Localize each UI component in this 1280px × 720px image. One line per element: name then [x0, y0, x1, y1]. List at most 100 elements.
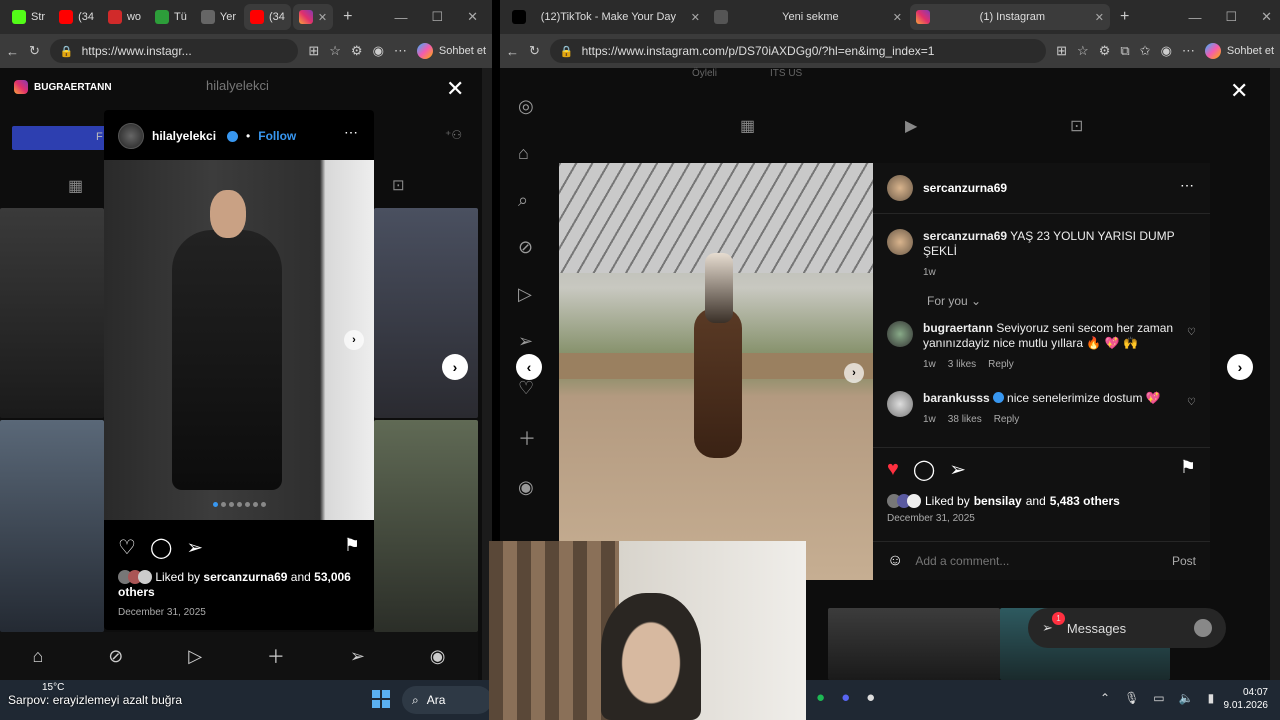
close-tab-icon[interactable]: ✕	[318, 11, 327, 24]
maximize-icon[interactable]: ☐	[1225, 9, 1237, 25]
bg-follow-button[interactable]: F	[12, 126, 106, 150]
save-icon[interactable]: ⚑	[344, 535, 360, 556]
reply-button[interactable]: Reply	[988, 357, 1014, 372]
close-modal-icon[interactable]: ✕	[446, 76, 464, 102]
new-tab-icon[interactable]: +	[1120, 8, 1129, 26]
home-icon[interactable]: ⌂	[32, 646, 43, 667]
collections-icon[interactable]: ⧉	[1120, 43, 1129, 59]
caption-username[interactable]: sercanzurna69	[923, 229, 1007, 243]
browser-tab[interactable]: Yer	[195, 4, 242, 30]
minimize-icon[interactable]: —	[394, 10, 407, 25]
share-icon[interactable]: ➢	[949, 457, 966, 482]
refresh-icon[interactable]: ↻	[529, 43, 540, 59]
browser-tab[interactable]: Yeni sekme ✕	[708, 4, 908, 30]
browser-tab[interactable]: wo	[102, 4, 147, 30]
minimize-icon[interactable]: —	[1188, 10, 1201, 25]
close-tab-icon[interactable]: ✕	[1095, 11, 1104, 24]
network-icon[interactable]: ▭	[1153, 691, 1164, 705]
browser-tab[interactable]: ✕	[292, 4, 334, 30]
create-icon[interactable]: ＋	[518, 425, 536, 451]
start-button[interactable]	[372, 690, 390, 708]
volume-icon[interactable]: 🔈	[1179, 691, 1194, 705]
for-you-dropdown[interactable]: For you ⌄	[927, 294, 981, 308]
share-icon[interactable]: ➢	[186, 535, 203, 560]
favorite-icon[interactable]: ☆	[1077, 43, 1089, 59]
reels-icon[interactable]: ▷	[518, 284, 536, 305]
more-icon[interactable]: ⋯	[394, 43, 407, 59]
close-tab-icon[interactable]: ✕	[691, 11, 700, 24]
close-tab-icon[interactable]: ✕	[893, 11, 902, 24]
comment-username[interactable]: barankusss	[923, 391, 990, 405]
extensions-icon[interactable]: ⚙	[351, 43, 363, 59]
browser-tab[interactable]: (34	[243, 4, 291, 30]
image-next-button[interactable]: ›	[344, 330, 364, 350]
add-comment-input[interactable]	[915, 554, 1160, 568]
close-window-icon[interactable]: ✕	[1261, 9, 1272, 25]
back-icon[interactable]: ←	[6, 44, 19, 59]
browser-tab[interactable]: (34	[53, 4, 100, 30]
comment-icon[interactable]: ◯	[150, 535, 172, 560]
maximize-icon[interactable]: ☐	[431, 9, 443, 25]
copilot-button[interactable]: Sohbet et	[1204, 43, 1274, 59]
liked-count[interactable]: 53,006	[314, 570, 351, 584]
liked-others[interactable]: others	[118, 585, 155, 599]
avatar[interactable]	[118, 123, 144, 149]
browser-tab[interactable]: (12)TikTok - Make Your Day ✕	[506, 4, 706, 30]
avatar[interactable]	[887, 175, 913, 201]
messages-icon[interactable]: ➢	[350, 646, 365, 667]
browser-tab[interactable]: Tü	[149, 4, 193, 30]
scrollbar[interactable]	[1270, 68, 1280, 680]
save-icon[interactable]: ⚑	[1180, 457, 1196, 478]
search-icon[interactable]: ⌕	[518, 190, 536, 211]
comment-likes[interactable]: 38 likes	[948, 412, 982, 427]
post-username[interactable]: sercanzurna69	[923, 181, 1007, 195]
comment-like-icon[interactable]: ♡	[1187, 325, 1196, 340]
refresh-icon[interactable]: ↻	[29, 43, 40, 59]
add-user-icon[interactable]: ⁺⚇	[445, 128, 462, 142]
more-icon[interactable]: ⋯	[1182, 43, 1195, 59]
comment-like-icon[interactable]: ♡	[1187, 395, 1196, 410]
chevron-up-icon[interactable]: ⌃	[1100, 691, 1110, 705]
avatar[interactable]	[887, 321, 913, 347]
reply-button[interactable]: Reply	[994, 412, 1020, 427]
grid-tab-icon[interactable]: ▦	[68, 176, 83, 196]
extensions-icon[interactable]: ⚙	[1099, 43, 1111, 59]
messages-icon[interactable]: ➢	[518, 331, 536, 352]
grid-tab-icon[interactable]: ▦	[740, 116, 755, 136]
browser-tab[interactable]: Str	[6, 4, 51, 30]
more-options-icon[interactable]: ⋯	[1180, 177, 1194, 194]
comment-likes[interactable]: 3 likes	[948, 357, 976, 372]
image-next-button[interactable]: ›	[844, 363, 864, 383]
like-icon[interactable]: ♡	[118, 535, 136, 560]
follow-button[interactable]: Follow	[258, 129, 296, 143]
profile-icon[interactable]: ◉	[373, 43, 384, 59]
liked-count[interactable]: 5,483 others	[1050, 494, 1120, 508]
reels-icon[interactable]: ▷	[188, 646, 202, 667]
more-options-icon[interactable]: ⋯	[344, 124, 358, 141]
apps-icon[interactable]: ⊞	[1056, 43, 1067, 59]
like-icon[interactable]: ♥	[887, 458, 899, 481]
avatar[interactable]	[887, 229, 913, 255]
back-icon[interactable]: ←	[506, 44, 519, 59]
browser-tab[interactable]: (1) Instagram ✕	[910, 4, 1110, 30]
apps-icon[interactable]: ⊞	[308, 43, 319, 59]
post-username[interactable]: hilalyelekci	[152, 129, 216, 143]
profile-icon[interactable]: ◉	[1161, 43, 1172, 59]
copilot-button[interactable]: Sohbet et	[416, 43, 486, 59]
battery-icon[interactable]: ▮	[1208, 691, 1215, 705]
prev-post-button[interactable]: ‹	[516, 354, 542, 380]
url-field[interactable]: 🔒 https://www.instagr...	[49, 39, 299, 63]
reels-tab-icon[interactable]: ▶	[905, 116, 917, 136]
spotify-icon[interactable]: ●	[816, 689, 825, 706]
close-window-icon[interactable]: ✕	[467, 9, 478, 25]
favorites-bar-icon[interactable]: ✩	[1140, 43, 1151, 59]
profile-nav-icon[interactable]: ◉	[518, 477, 536, 498]
weather-widget[interactable]: 15°C Sarpov: erayizlemeyi azalt buğra	[8, 682, 182, 706]
obs-icon[interactable]: ●	[866, 689, 875, 706]
next-post-button[interactable]: ›	[442, 354, 468, 380]
next-post-button[interactable]: ›	[1227, 354, 1253, 380]
favorite-icon[interactable]: ☆	[329, 43, 341, 59]
microphone-icon[interactable]: 🎙	[1124, 691, 1139, 705]
close-modal-icon[interactable]: ✕	[1230, 78, 1248, 104]
taskbar-search[interactable]: ⌕ Ara	[402, 686, 492, 714]
